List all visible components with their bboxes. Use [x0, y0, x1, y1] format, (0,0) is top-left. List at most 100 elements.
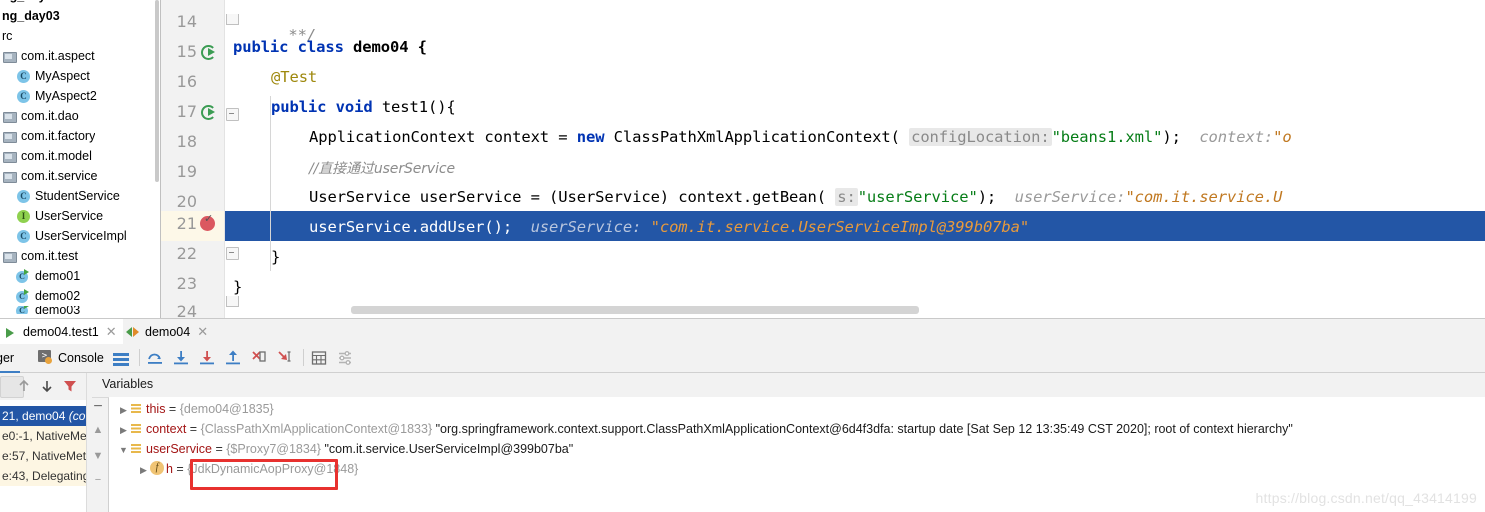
fold-region-end-icon[interactable]: [226, 296, 239, 307]
gutter-separator: [224, 0, 225, 318]
scroll-more-icon[interactable]: −: [91, 473, 105, 487]
code-token-comment: //直接通过userService: [309, 161, 456, 177]
variable-equals: =: [165, 402, 180, 416]
filter-icon[interactable]: [61, 377, 79, 395]
frames-pane[interactable]: 21, demo04 (co e0:-1, NativeMe e:57, Nat…: [0, 373, 86, 512]
tree-item-src[interactable]: rc: [0, 26, 160, 46]
line-number: 19: [176, 162, 197, 181]
variables-title: Variables: [102, 377, 154, 391]
evaluate-expression-icon[interactable]: [310, 349, 328, 367]
code-token-punct: );: [977, 188, 997, 206]
line-number: 24: [176, 302, 197, 318]
tree-item-label: com.it.factory: [21, 129, 96, 143]
tab-label: ger: [0, 350, 15, 365]
tree-item-package-service[interactable]: com.it.service: [0, 166, 160, 186]
up-arrow-icon[interactable]: [15, 377, 33, 395]
code-line-16[interactable]: @Test: [271, 68, 317, 86]
variable-reference: {$Proxy7@1834}: [226, 442, 321, 456]
tree-item-class-myaspect2[interactable]: MyAspect2: [0, 86, 160, 106]
code-editor[interactable]: 14 15 16 17 18 19 20 21 22 23 24 **/ pub…: [161, 0, 1485, 318]
remove-watch-button[interactable]: −: [91, 399, 105, 415]
code-line-23[interactable]: }: [233, 278, 242, 296]
variable-row-context[interactable]: ▶ context = {ClassPathXmlApplicationConte…: [117, 419, 1293, 439]
tree-item-package-test[interactable]: com.it.test: [0, 246, 160, 266]
tab-label: demo04.test1: [23, 325, 99, 339]
tree-item-package-aspect[interactable]: com.it.aspect: [0, 46, 160, 66]
tab-demo04-test1[interactable]: demo04.test1 ✕: [0, 319, 123, 347]
frame-row[interactable]: e:57, NativeMet: [0, 446, 86, 466]
code-line-20[interactable]: UserService userService = (UserService) …: [309, 188, 1282, 206]
class-icon: [16, 229, 31, 244]
run-test-method-icon[interactable]: [201, 104, 217, 120]
variable-row-h[interactable]: ▶ h = {JdkDynamicAopProxy@1848}: [137, 459, 358, 479]
code-line-18[interactable]: ApplicationContext context = new ClassPa…: [309, 128, 1292, 146]
tree-item-class-studentservice[interactable]: StudentService: [0, 186, 160, 206]
fold-collapse-icon[interactable]: [226, 108, 239, 121]
code-line-21[interactable]: userService.addUser(); userService: "com…: [309, 218, 1029, 236]
tree-item-label: UserServiceImpl: [35, 229, 127, 243]
expand-arrow-icon[interactable]: ▶: [117, 400, 130, 420]
fold-collapse-icon[interactable]: [226, 247, 239, 260]
close-icon[interactable]: ✕: [106, 324, 117, 340]
tree-item-class-myaspect[interactable]: MyAspect: [0, 66, 160, 86]
collapse-arrow-icon[interactable]: ▼: [117, 440, 130, 460]
down-arrow-icon[interactable]: [38, 377, 56, 395]
frame-row[interactable]: 21, demo04 (co: [0, 406, 86, 426]
field-icon: [150, 461, 164, 475]
tree-item-label: demo01: [35, 269, 81, 283]
force-step-into-icon[interactable]: [198, 349, 216, 367]
code-token-keyword: public: [233, 38, 289, 56]
breakpoint-verified-icon[interactable]: [200, 212, 215, 231]
debug-config-icon: [126, 326, 140, 338]
tree-item-module[interactable]: ng_day03: [0, 6, 160, 26]
tree-item-interface-userservice[interactable]: UserService: [0, 206, 160, 226]
frame-row[interactable]: e0:-1, NativeMe: [0, 426, 86, 446]
run-to-cursor-icon[interactable]: [276, 349, 294, 367]
step-into-icon[interactable]: [172, 349, 190, 367]
tab-label: demo04: [145, 325, 191, 339]
tree-item-package-dao[interactable]: com.it.dao: [0, 106, 160, 126]
variable-reference: {demo04@1835}: [179, 402, 274, 416]
variable-name: this: [146, 402, 166, 416]
tree-item-package-factory[interactable]: com.it.factory: [0, 126, 160, 146]
line-number: 18: [176, 132, 197, 151]
close-icon[interactable]: ✕: [197, 324, 208, 340]
settings-icon[interactable]: [336, 349, 354, 367]
step-out-icon[interactable]: [224, 349, 242, 367]
expand-arrow-icon[interactable]: ▶: [137, 460, 150, 480]
frame-label: 21, demo04: [2, 409, 66, 423]
expand-arrow-icon[interactable]: ▶: [117, 420, 130, 440]
scroll-down-icon[interactable]: ▼: [91, 449, 105, 463]
local-variable-icon: [130, 403, 143, 414]
tree-item-class-userserviceimpl[interactable]: UserServiceImpl: [0, 226, 160, 246]
code-line-17[interactable]: public void test1(){: [271, 98, 456, 116]
line-number: 17: [176, 102, 197, 121]
class-icon: [16, 89, 31, 104]
editor-horizontal-scrollbar[interactable]: [351, 306, 919, 314]
variable-equals: =: [212, 442, 227, 456]
tree-item-class-demo02[interactable]: demo02: [0, 286, 160, 306]
code-line-19[interactable]: //直接通过userService: [309, 158, 455, 178]
code-token-keyword: public: [271, 98, 327, 116]
scroll-up-icon[interactable]: ▲: [91, 423, 105, 437]
tree-item-label: MyAspect: [35, 69, 90, 83]
frame-row[interactable]: e:43, Delegating: [0, 466, 86, 486]
run-test-class-icon[interactable]: [201, 44, 217, 60]
tab-debugger[interactable]: ger: [0, 344, 21, 373]
tree-item-class-demo01[interactable]: demo01: [0, 266, 160, 286]
tree-item-label: demo02: [35, 289, 81, 303]
code-token-annotation: @Test: [271, 68, 318, 86]
code-line-15[interactable]: public class demo04 {: [233, 38, 427, 56]
tree-item-package-model[interactable]: com.it.model: [0, 146, 160, 166]
code-token-punct: );: [1162, 128, 1181, 146]
tab-console[interactable]: Console: [38, 344, 104, 371]
tab-demo04[interactable]: demo04 ✕: [120, 319, 214, 345]
drop-frame-icon[interactable]: [250, 349, 268, 367]
menu-icon[interactable]: [112, 349, 130, 367]
step-over-icon[interactable]: [146, 349, 164, 367]
project-tree-pane[interactable]: ng_day02 ng_day03 rc com.it.aspect MyAsp…: [0, 0, 160, 318]
variable-row-userservice[interactable]: ▼ userService = {$Proxy7@1834} "com.it.se…: [117, 439, 573, 459]
variable-row-this[interactable]: ▶ this = {demo04@1835}: [117, 399, 274, 419]
code-line-22[interactable]: }: [271, 248, 280, 266]
tree-item-class-demo03[interactable]: demo03: [0, 306, 160, 314]
